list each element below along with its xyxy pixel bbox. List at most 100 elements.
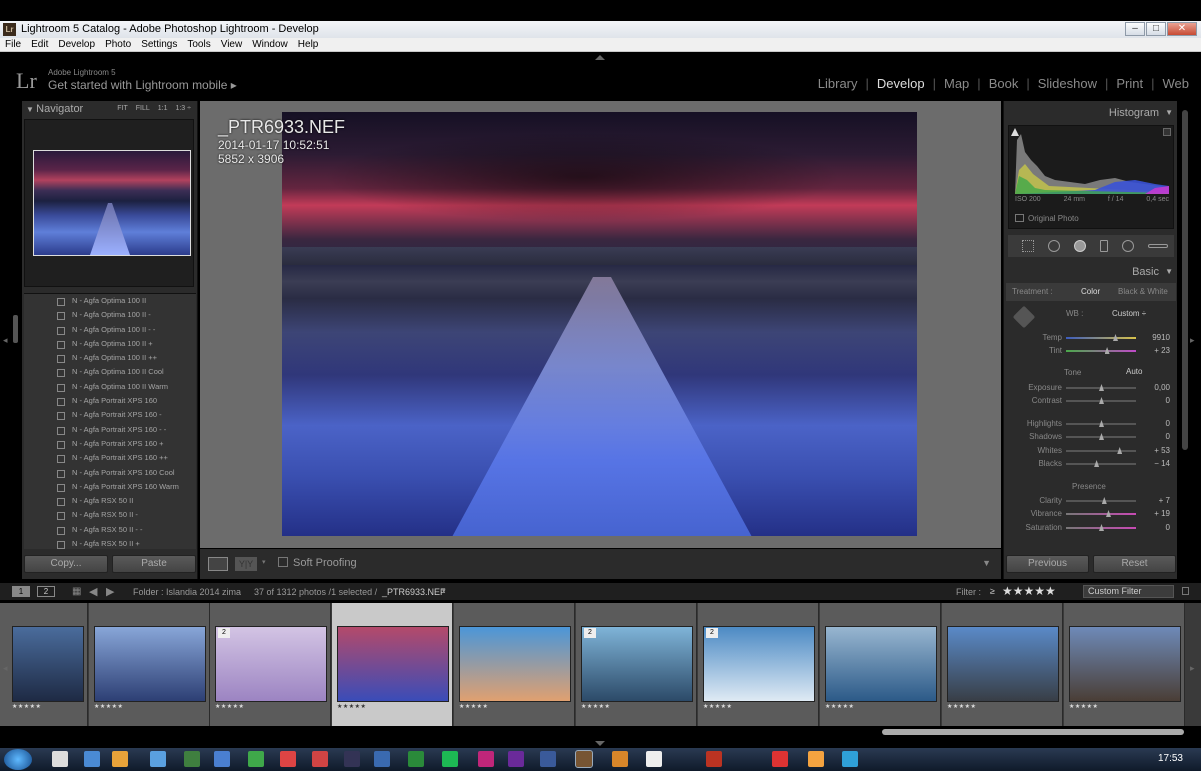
menu-help[interactable]: Help bbox=[298, 38, 319, 51]
preset-item[interactable]: N - Agfa RSX 50 II - bbox=[24, 508, 196, 522]
zoom-option[interactable]: 1:3 ÷ bbox=[175, 101, 191, 117]
filmstrip-thumbnail[interactable] bbox=[94, 626, 206, 702]
mobile-link[interactable]: Get started with Lightroom mobile ▸ bbox=[48, 78, 237, 92]
bottom-panel-toggle-icon[interactable] bbox=[595, 741, 605, 746]
browser-icon[interactable] bbox=[84, 751, 100, 767]
left-panel-toggle-icon[interactable]: ◂ bbox=[3, 335, 8, 346]
graduated-filter-icon[interactable] bbox=[1100, 240, 1108, 252]
preset-item[interactable]: N - Agfa Portrait XPS 160 bbox=[24, 394, 196, 408]
preset-item[interactable]: N - Agfa Optima 100 II - bbox=[24, 308, 196, 322]
filmstrip-thumbnail[interactable] bbox=[12, 626, 84, 702]
slider-track[interactable] bbox=[1066, 513, 1136, 515]
filmstrip-thumbnail[interactable] bbox=[1069, 626, 1181, 702]
minimize-icon[interactable]: – bbox=[1125, 22, 1145, 36]
filmstrip-cell[interactable]: 2 ★★★★★ bbox=[698, 603, 819, 726]
preset-item[interactable]: N - Agfa Optima 100 II + bbox=[24, 337, 196, 351]
filmstrip-cell[interactable]: ★★★★★ bbox=[1064, 603, 1185, 726]
preset-item[interactable]: N - Agfa Optima 100 II Cool bbox=[24, 365, 196, 379]
spotify-icon[interactable] bbox=[442, 751, 458, 767]
filter-operator[interactable]: ≥ bbox=[990, 586, 995, 596]
slider-value[interactable]: + 19 bbox=[1154, 509, 1170, 518]
notepad-icon[interactable] bbox=[214, 751, 230, 767]
wb-dropdown[interactable]: Custom ÷ bbox=[1112, 309, 1146, 318]
thumbnail-rating[interactable]: ★★★★★ bbox=[94, 703, 123, 710]
menu-window[interactable]: Window bbox=[252, 38, 288, 51]
radial-filter-icon[interactable] bbox=[1122, 240, 1134, 252]
filmstrip-cell[interactable]: 2 ★★★★★ bbox=[210, 603, 331, 726]
filmstrip-thumbnail[interactable] bbox=[703, 626, 815, 702]
preset-item[interactable]: N - Agfa RSX 50 II - - bbox=[24, 523, 196, 537]
filmstrip-cell[interactable]: ★★★★★ bbox=[820, 603, 941, 726]
slider-value[interactable]: − 14 bbox=[1154, 459, 1170, 468]
forward-arrow-icon[interactable]: ▶ bbox=[106, 585, 114, 598]
explorer-icon[interactable] bbox=[52, 751, 68, 767]
slider-value[interactable]: + 53 bbox=[1154, 446, 1170, 455]
close-icon[interactable]: ✕ bbox=[1167, 22, 1197, 36]
before-after-dropdown-icon[interactable]: ▾ bbox=[262, 558, 266, 566]
loupe-view-icon[interactable] bbox=[208, 557, 228, 571]
left-scrollbar[interactable] bbox=[13, 315, 18, 343]
module-book[interactable]: Book bbox=[989, 76, 1019, 91]
adjustment-brush-icon[interactable] bbox=[1148, 244, 1168, 248]
pdf-icon[interactable] bbox=[312, 751, 328, 767]
word-icon[interactable] bbox=[184, 751, 200, 767]
menu-edit[interactable]: Edit bbox=[31, 38, 48, 51]
zoom-option[interactable]: FIT bbox=[117, 101, 128, 117]
lightroom-taskbar-icon[interactable] bbox=[575, 750, 593, 768]
thumbnail-rating[interactable]: ★★★★★ bbox=[1069, 703, 1098, 710]
navigator-header[interactable]: ▼ Navigator FIT FILL 1:1 1:3 ÷ bbox=[22, 101, 197, 117]
filmstrip-right-arrow-icon[interactable]: ▸ bbox=[1190, 663, 1195, 674]
histogram[interactable]: ISO 200 24 mm f / 14 0,4 sec Original Ph… bbox=[1008, 125, 1174, 229]
highlight-clipping-icon[interactable] bbox=[1163, 128, 1171, 136]
filmstrip-cell[interactable]: ★★★★★ bbox=[454, 603, 575, 726]
slider-track[interactable] bbox=[1066, 450, 1136, 452]
preset-item[interactable]: N - Agfa Portrait XPS 160 - bbox=[24, 408, 196, 422]
thumbnail-rating[interactable]: ★★★★★ bbox=[215, 703, 244, 710]
slider-value[interactable]: + 23 bbox=[1154, 346, 1170, 355]
red-eye-icon[interactable] bbox=[1074, 240, 1086, 252]
preset-item[interactable]: N - Agfa RSX 50 II + bbox=[24, 537, 196, 549]
histogram-header[interactable]: Histogram ▼ bbox=[1004, 105, 1177, 121]
start-button-icon[interactable] bbox=[4, 749, 32, 770]
thumbnail-rating[interactable]: ★★★★★ bbox=[12, 703, 41, 710]
sheet-icon[interactable] bbox=[408, 751, 424, 767]
premiere-icon[interactable] bbox=[508, 751, 524, 767]
maximize-icon[interactable]: □ bbox=[1146, 22, 1166, 36]
thumbnail-rating[interactable]: ★★★★★ bbox=[581, 703, 610, 710]
slider-value[interactable]: 0,00 bbox=[1154, 383, 1170, 392]
main-photo[interactable] bbox=[282, 112, 917, 536]
indesign-icon[interactable] bbox=[478, 751, 494, 767]
chrome-icon[interactable] bbox=[112, 751, 128, 767]
filmstrip-cell[interactable]: ★★★★★ bbox=[332, 603, 453, 726]
soft-proofing-checkbox[interactable]: Soft Proofing bbox=[278, 557, 357, 569]
spot-removal-icon[interactable] bbox=[1048, 240, 1060, 252]
module-slideshow[interactable]: Slideshow bbox=[1038, 76, 1097, 91]
vlc-icon[interactable] bbox=[612, 751, 628, 767]
media-icon[interactable] bbox=[150, 751, 166, 767]
original-photo-checkbox[interactable]: Original Photo bbox=[1015, 214, 1079, 223]
previous-button[interactable]: Previous bbox=[1006, 555, 1089, 573]
current-filename[interactable]: _PTR6933.NEF bbox=[382, 587, 446, 597]
navigator-thumbnail[interactable] bbox=[33, 150, 191, 256]
excel-icon[interactable] bbox=[248, 751, 264, 767]
acrobat-icon[interactable] bbox=[280, 751, 296, 767]
slider-value[interactable]: 0 bbox=[1166, 523, 1170, 532]
menu-tools[interactable]: Tools bbox=[187, 38, 210, 51]
right-scrollbar[interactable] bbox=[1182, 110, 1188, 450]
filmstrip-thumbnail[interactable] bbox=[581, 626, 693, 702]
toolbar-menu-icon[interactable]: ▼ bbox=[982, 558, 991, 568]
module-map[interactable]: Map bbox=[944, 76, 969, 91]
preset-item[interactable]: N - Agfa Portrait XPS 160 Warm bbox=[24, 480, 196, 494]
treatment-color[interactable]: Color bbox=[1081, 283, 1100, 301]
paste-button[interactable]: Paste bbox=[112, 555, 196, 573]
grid-view-icon[interactable]: ▦ bbox=[72, 586, 81, 597]
menu-settings[interactable]: Settings bbox=[141, 38, 177, 51]
preset-item[interactable]: N - Agfa Portrait XPS 160 Cool bbox=[24, 466, 196, 480]
view-2-button[interactable]: 2 bbox=[37, 586, 55, 597]
filter-stars[interactable]: ★★★★★ bbox=[1002, 584, 1056, 598]
viewer-icon[interactable] bbox=[540, 751, 556, 767]
menu-file[interactable]: File bbox=[5, 38, 21, 51]
preset-item[interactable]: N - Agfa Portrait XPS 160 - - bbox=[24, 423, 196, 437]
filmstrip-thumbnail[interactable] bbox=[825, 626, 937, 702]
top-panel-toggle-icon[interactable] bbox=[595, 55, 605, 60]
